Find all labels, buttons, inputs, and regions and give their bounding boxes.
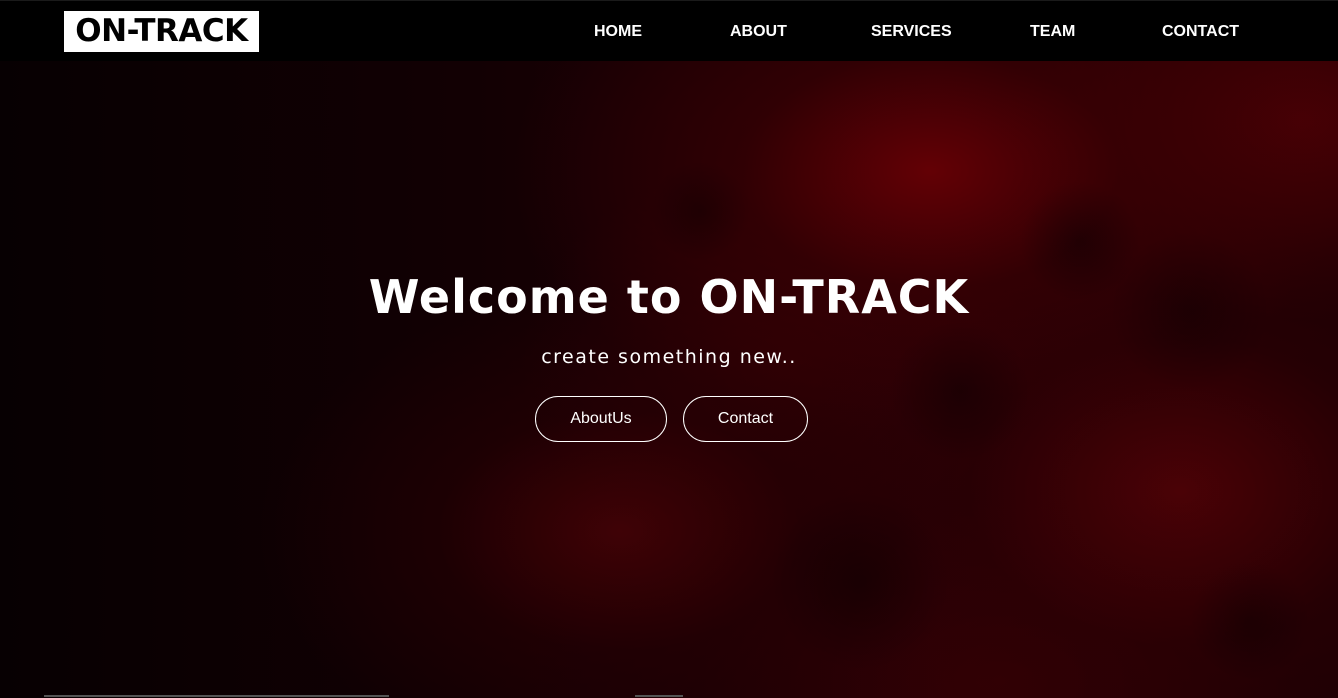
navbar: ON-TRACK HOME ABOUT SERVICES TEAM CONTAC… bbox=[0, 0, 1338, 61]
nav-contact[interactable]: CONTACT bbox=[1162, 21, 1239, 43]
hero-title: Welcome to ON-TRACK bbox=[368, 270, 970, 324]
logo[interactable]: ON-TRACK bbox=[64, 11, 259, 52]
nav-team[interactable]: TEAM bbox=[1030, 21, 1075, 43]
hero-subtitle: create something new.. bbox=[541, 346, 797, 368]
contact-button[interactable]: Contact bbox=[683, 396, 808, 442]
nav-about[interactable]: ABOUT bbox=[730, 21, 787, 43]
page-divider bbox=[44, 695, 389, 697]
nav-home[interactable]: HOME bbox=[594, 21, 642, 43]
nav-services[interactable]: SERVICES bbox=[871, 21, 952, 43]
hero-section: Welcome to ON-TRACK create something new… bbox=[0, 61, 1338, 698]
page-divider bbox=[635, 695, 683, 697]
hero-background-image bbox=[0, 61, 1338, 698]
about-us-button[interactable]: AboutUs bbox=[535, 396, 667, 442]
